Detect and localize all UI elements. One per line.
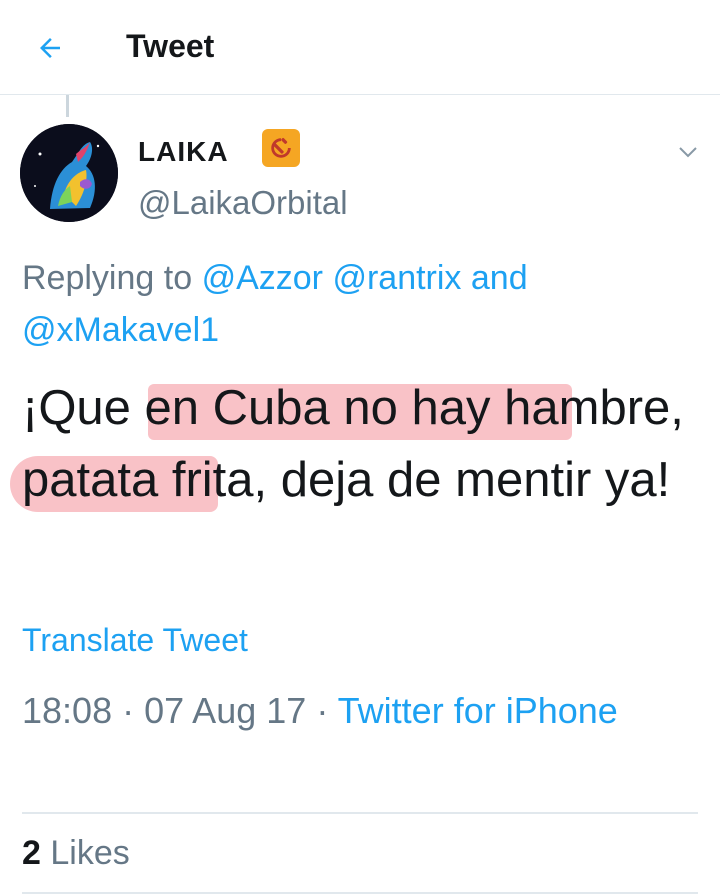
tweet-time: 18:08: [22, 690, 113, 731]
meta-separator: ·: [316, 690, 329, 731]
page-title: Tweet: [126, 28, 215, 64]
likes-stat[interactable]: 2 Likes: [22, 834, 130, 873]
divider: [22, 812, 698, 814]
top-bar: Tweet: [0, 0, 720, 95]
mention-link[interactable]: @xMakavel1: [22, 311, 219, 349]
arrow-left-icon: [40, 38, 60, 58]
author-handle[interactable]: @LaikaOrbital: [138, 184, 348, 222]
likes-count: 2: [22, 834, 41, 872]
more-options-button[interactable]: [676, 140, 700, 164]
avatar[interactable]: [20, 124, 118, 222]
replying-to: Replying to @Azzor @rantrix and @xMakave…: [22, 252, 692, 356]
meta-separator: ·: [122, 690, 135, 731]
thread-connector-line: [66, 95, 69, 117]
tweet-source-link[interactable]: Twitter for iPhone: [338, 690, 618, 731]
translate-tweet-link[interactable]: Translate Tweet: [22, 622, 248, 659]
replying-to-label: Replying to: [22, 259, 193, 297]
tweet-text: ¡Que en Cuba no hay hambre, patata frita…: [22, 381, 684, 507]
hammer-and-sickle-glyph: [271, 137, 291, 158]
mention-conjunction: and: [470, 259, 528, 297]
tweet-date: 07 Aug 17: [144, 690, 307, 731]
hammer-and-sickle-icon: [262, 129, 300, 167]
divider: [22, 892, 698, 894]
likes-label: Likes: [50, 834, 130, 872]
tweet-meta: 18:08 · 07 Aug 17 · Twitter for iPhone: [22, 684, 662, 738]
back-button[interactable]: [30, 28, 70, 68]
author-name[interactable]: LAIKA: [138, 136, 229, 168]
chevron-down-icon: [679, 147, 697, 158]
avatar-image: [20, 124, 118, 222]
mention-link[interactable]: @Azzor: [202, 259, 323, 297]
mention-link[interactable]: @rantrix: [332, 259, 461, 297]
